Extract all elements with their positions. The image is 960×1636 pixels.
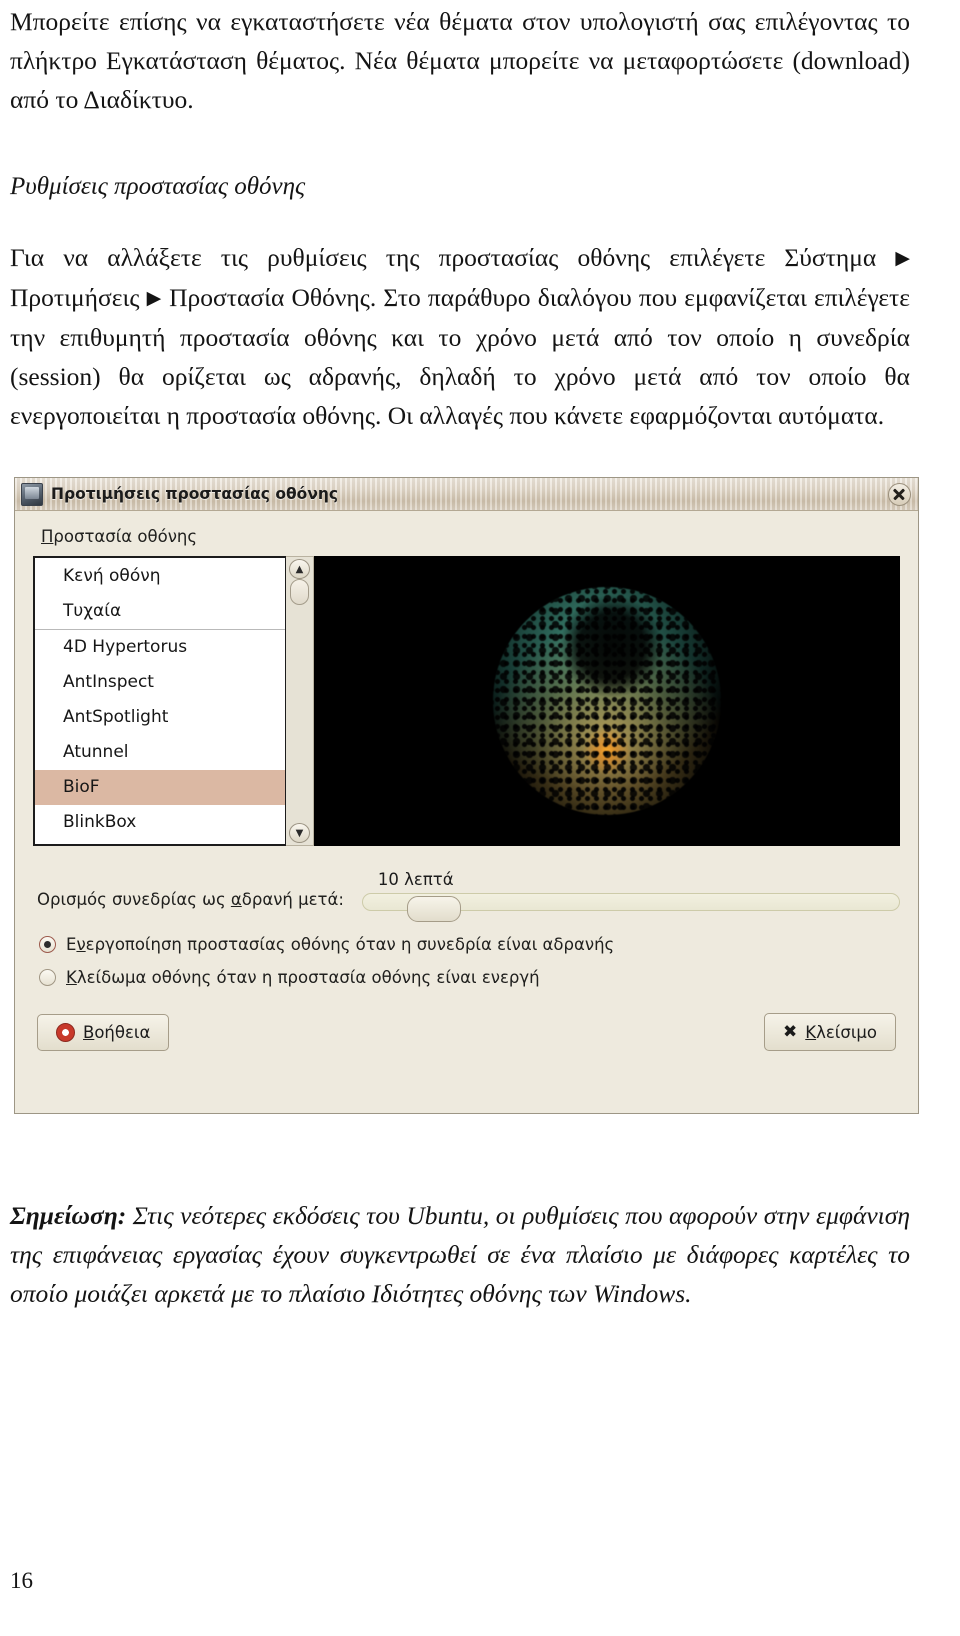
section-heading: Ρυθμίσεις προστασίας οθόνης <box>10 173 306 200</box>
scroll-up-icon[interactable]: ▲ <box>289 559 310 579</box>
help-icon <box>56 1022 75 1042</box>
note-paragraph: Σημείωση: Στις νεότερες εκδόσεις του Ubu… <box>10 1196 910 1313</box>
screensaver-icon <box>21 482 43 506</box>
screensaver-preview <box>314 556 900 846</box>
scroll-down-icon[interactable]: ▼ <box>289 823 310 843</box>
group-label-rest: ροστασία οθόνης <box>53 527 198 546</box>
screensaver-list-wrap: Κενή οθόνη Τυχαία 4D Hypertorus AntInspe… <box>33 556 314 846</box>
menu-arrow-icon-1: ▶ <box>895 247 910 269</box>
list-scrollbar[interactable]: ▲ ▼ <box>286 556 314 846</box>
paragraph-2-part-b: Προτιμήσεις <box>10 283 140 312</box>
note-body: Στις νεότερες εκδόσεις του Ubuntu, οι ρυ… <box>10 1201 910 1308</box>
idle-delay-label: Ορισμός συνεδρίας ως αδρανή μετά: <box>37 890 344 913</box>
paragraph-screensaver-settings: Για να αλλάξετε τις ρυθμίσεις της προστα… <box>10 238 910 435</box>
screensaver-preferences-dialog: Προτιμήσεις προστασίας οθόνης Προστασία … <box>14 477 919 1114</box>
option-lock-row[interactable]: Κλείδωμα οθόνης όταν η προστασία οθόνης … <box>33 968 900 987</box>
paragraph-2-part-a: Για να αλλάξετε τις ρυθμίσεις της προστα… <box>10 243 877 272</box>
idle-delay-slider-area: 10 λεπτά <box>361 870 900 922</box>
dialog-body: Προστασία οθόνης Κενή οθόνη Τυχαία 4D Hy… <box>15 511 918 1051</box>
scrollbar-thumb[interactable] <box>290 579 309 605</box>
list-item[interactable]: AntSpotlight <box>35 700 285 735</box>
dialog-button-row: Βοήθεια ✖ Κλείσιμο <box>33 1013 900 1051</box>
idle-delay-row: Ορισμός συνεδρίας ως αδρανή μετά: 10 λεπ… <box>33 870 900 922</box>
dialog-title: Προτιμήσεις προστασίας οθόνης <box>51 485 339 503</box>
option-activate-label: Ενεργοποίηση προστασίας οθόνης όταν η συ… <box>66 935 614 954</box>
checkbox-lock-screen[interactable] <box>39 969 56 986</box>
help-button-label: Βοήθεια <box>83 1022 151 1042</box>
close-x-icon: ✖ <box>783 1022 798 1042</box>
list-item[interactable]: Atunnel <box>35 735 285 770</box>
lock-label-post: λείδωμα οθόνης όταν η προστασία οθόνης ε… <box>76 968 540 987</box>
activate-label-mnemonic: ν <box>76 935 86 954</box>
preview-orb-shadow <box>493 587 721 815</box>
screensaver-list[interactable]: Κενή οθόνη Τυχαία 4D Hypertorus AntInspe… <box>33 556 286 846</box>
close-icon[interactable] <box>888 482 911 506</box>
idle-label-post: δρανή μετά: <box>241 890 344 909</box>
idle-label-mnemonic: α <box>230 890 242 909</box>
selector-and-preview-row: Κενή οθόνη Τυχαία 4D Hypertorus AntInspe… <box>33 556 900 846</box>
group-label-mnemonic: Π <box>41 527 54 546</box>
page-number: 16 <box>10 1568 33 1593</box>
paragraph-themes: Μπορείτε επίσης να εγκαταστήσετε νέα θέμ… <box>10 7 910 114</box>
list-item[interactable]: Τυχαία <box>35 593 285 630</box>
activate-label-post: εργοποίηση προστασίας οθόνης όταν η συνε… <box>85 935 615 954</box>
idle-delay-slider[interactable] <box>361 893 900 922</box>
idle-delay-value: 10 λεπτά <box>377 870 454 889</box>
slider-thumb[interactable] <box>406 896 461 922</box>
idle-label-pre: Ορισμός συνεδρίας ως <box>37 890 231 909</box>
close-button-label: Κλείσιμο <box>805 1022 877 1042</box>
list-item[interactable]: Κενή οθόνη <box>35 558 285 593</box>
help-button[interactable]: Βοήθεια <box>37 1013 170 1051</box>
list-item[interactable]: AntInspect <box>35 665 285 700</box>
list-item[interactable]: BlinkBox <box>35 805 285 840</box>
close-button[interactable]: ✖ Κλείσιμο <box>764 1013 896 1051</box>
option-lock-label: Κλείδωμα οθόνης όταν η προστασία οθόνης … <box>66 968 540 987</box>
menu-arrow-icon-2: ▶ <box>146 287 162 309</box>
dialog-titlebar[interactable]: Προτιμήσεις προστασίας οθόνης <box>15 478 918 511</box>
list-item[interactable]: 4D Hypertorus <box>35 630 285 665</box>
checkbox-activate-screensaver[interactable] <box>39 936 56 953</box>
option-activate-row[interactable]: Ενεργοποίηση προστασίας οθόνης όταν η συ… <box>33 935 900 954</box>
list-item-selected[interactable]: BioF <box>35 769 285 805</box>
paragraph-2-part-c: Προστασία Οθόνης. Στο παράθυρο διαλόγου … <box>10 283 911 430</box>
activate-label-pre: Ε <box>66 935 77 954</box>
note-label: Σημείωση: <box>10 1201 127 1230</box>
document-page: Μπορείτε επίσης να εγκαταστήσετε νέα θέμ… <box>0 0 960 1636</box>
lock-label-mnemonic: Κ <box>66 968 77 987</box>
group-label: Προστασία οθόνης <box>41 527 900 546</box>
